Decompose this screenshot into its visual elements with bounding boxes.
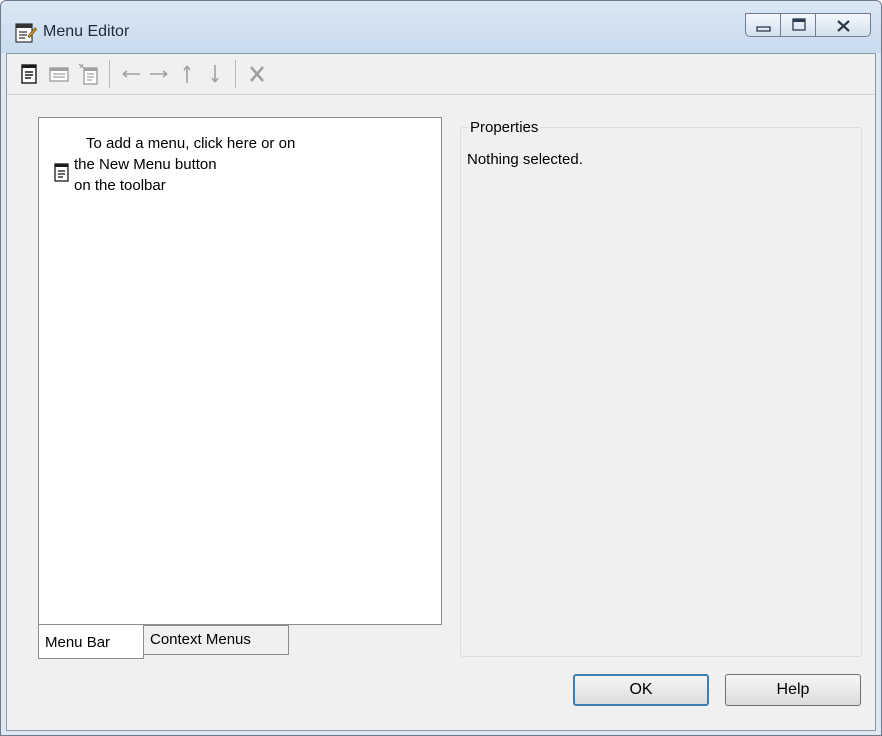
hint-line: To add a menu, click here or on: [86, 135, 296, 152]
move-left-button[interactable]: [119, 62, 143, 86]
move-down-button[interactable]: [203, 62, 227, 86]
menu-editor-window: Menu Editor To add a menu, click here or…: [0, 0, 882, 736]
new-context-menu-icon: [78, 63, 98, 85]
properties-status: Nothing selected.: [467, 151, 583, 168]
add-menu-hint[interactable]: To add a menu, click here or on the New …: [74, 133, 295, 196]
move-right-button[interactable]: [147, 62, 171, 86]
move-up-button[interactable]: [175, 62, 199, 86]
help-button[interactable]: Help: [725, 674, 861, 706]
ok-button[interactable]: OK: [573, 674, 709, 706]
title-bar[interactable]: Menu Editor: [1, 1, 881, 53]
close-button[interactable]: [815, 13, 871, 37]
hint-line: the New Menu button: [74, 156, 217, 173]
dialog-client-area: To add a menu, click here or on the New …: [6, 53, 876, 731]
new-menu-item-icon: [49, 67, 69, 82]
caption-buttons: [745, 13, 871, 39]
toolbar-separator: [235, 60, 236, 88]
hint-line: on the toolbar: [74, 177, 166, 194]
toolbar: [7, 54, 875, 95]
arrow-down-icon: [211, 65, 219, 83]
menu-tree-panel[interactable]: To add a menu, click here or on the New …: [38, 117, 442, 625]
arrow-up-icon: [183, 65, 191, 83]
new-menu-item-button[interactable]: [47, 62, 71, 86]
new-context-menu-button[interactable]: [77, 62, 101, 86]
menu-editor-app-icon: [15, 23, 37, 43]
tab-menu-bar[interactable]: Menu Bar: [38, 625, 144, 659]
new-menu-icon: [54, 163, 69, 182]
maximize-icon: [792, 18, 806, 31]
properties-legend: Properties: [468, 119, 541, 136]
arrow-right-icon: [150, 70, 168, 78]
tab-context-menus[interactable]: Context Menus: [143, 625, 289, 655]
window-title: Menu Editor: [43, 23, 130, 40]
delete-button[interactable]: [245, 62, 269, 86]
toolbar-separator: [109, 60, 110, 88]
arrow-left-icon: [122, 70, 140, 78]
minimize-icon: [756, 26, 771, 32]
new-menu-button[interactable]: [17, 62, 41, 86]
properties-group: [460, 127, 862, 657]
new-menu-icon: [21, 64, 37, 84]
delete-icon: [250, 66, 264, 82]
maximize-button[interactable]: [780, 13, 816, 37]
close-icon: [837, 20, 850, 32]
minimize-button[interactable]: [745, 13, 781, 37]
